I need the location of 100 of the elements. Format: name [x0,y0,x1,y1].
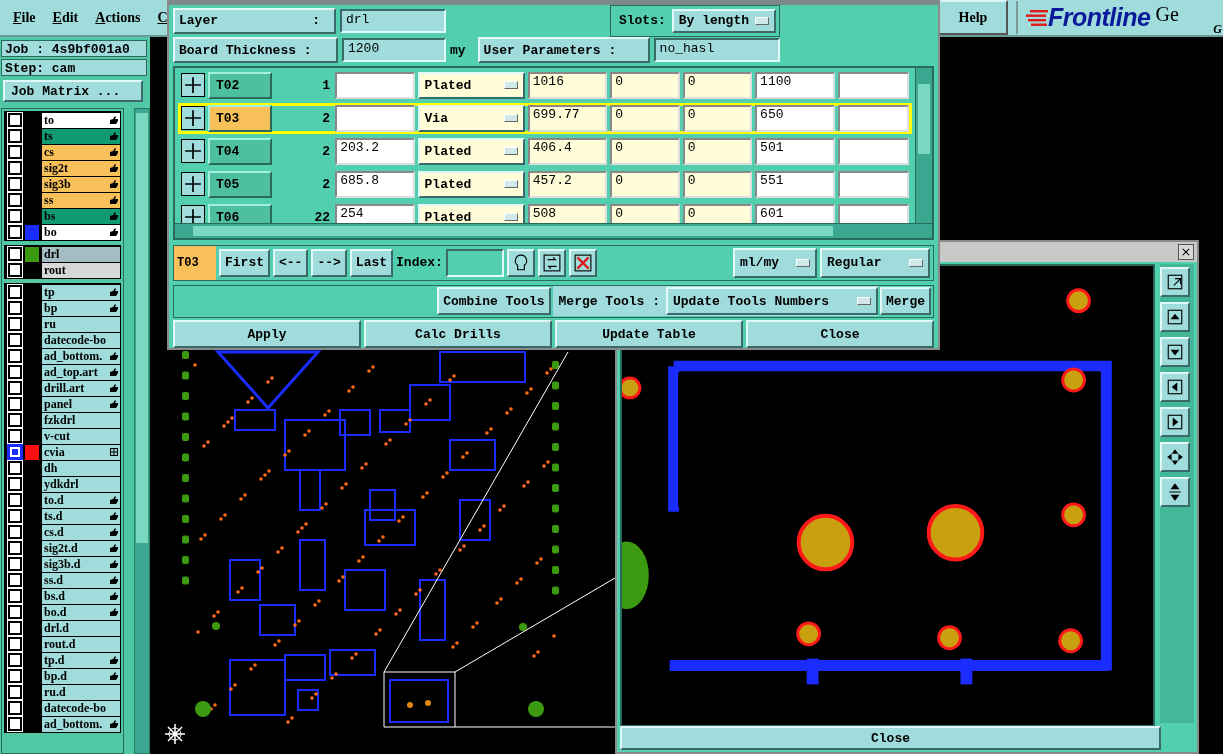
checkbox[interactable] [8,285,22,299]
icon-button[interactable] [506,248,535,277]
toolbar-button[interactable] [1160,337,1190,367]
checkbox[interactable] [8,209,22,223]
checkbox[interactable] [8,557,22,571]
layer-item[interactable]: fzkdrl [42,412,120,428]
layer-item[interactable]: bp [42,300,120,316]
type-dropdown[interactable]: Plated [417,71,525,99]
checkbox[interactable] [8,263,22,277]
checkbox[interactable] [8,461,22,475]
action-button[interactable]: Apply [173,320,361,348]
checkbox[interactable] [8,605,22,619]
checkbox[interactable] [8,685,22,699]
expand-button[interactable] [181,139,205,164]
table-row[interactable]: T06 22 254 Plated 508 0 0 601 [178,201,912,223]
layer-item[interactable]: ts [42,128,120,144]
empty-field[interactable] [837,71,909,99]
drill-field[interactable]: 551 [755,170,835,198]
thickness-field[interactable]: 1200 [342,38,446,63]
value-field[interactable]: 1016 [527,71,608,99]
layer-item[interactable]: datecode-bo [42,332,120,348]
layer-item[interactable]: v-cut [42,428,120,444]
drill-field[interactable]: 650 [755,104,835,132]
layer-item[interactable]: cs [42,144,120,160]
menu-item[interactable]: File [13,9,36,26]
empty-field[interactable] [837,137,909,165]
icon-button[interactable] [537,248,566,277]
layer-item[interactable]: bs [42,208,120,224]
checkbox[interactable] [8,177,22,191]
checkbox[interactable] [8,589,22,603]
layer-item[interactable]: datecode-bo [42,700,120,716]
layer-item[interactable]: to.d [42,492,120,508]
tool-button[interactable]: T06 [208,203,272,223]
tool-button[interactable]: T04 [208,137,272,165]
drill-field[interactable]: 501 [755,137,835,165]
checkbox[interactable] [8,129,22,143]
units-dropdown[interactable]: ml/my [733,247,817,278]
layer-item[interactable]: sig2t [42,160,120,176]
size-field[interactable]: 254 [335,203,415,223]
table-row[interactable]: T05 2 685.8 Plated 457.2 0 0 551 [178,168,912,200]
value-field[interactable]: 0 [682,104,753,132]
empty-field[interactable] [837,203,909,223]
slots-dropdown[interactable]: By length [671,8,776,33]
size-field[interactable]: 203.2 [335,137,415,165]
icon-button[interactable] [568,248,597,277]
layer-item[interactable]: bo [42,224,120,240]
checkbox[interactable] [8,669,22,683]
layer-item[interactable]: ru.d [42,684,120,700]
layer-item[interactable]: sig3b.d [42,556,120,572]
checkbox[interactable] [8,621,22,635]
value-field[interactable]: 0 [682,71,753,99]
scrollbar[interactable] [915,67,932,223]
checkbox[interactable] [8,365,22,379]
checkbox[interactable] [8,349,22,363]
toolbar-button[interactable] [1160,477,1190,507]
value-field[interactable]: 508 [527,203,608,223]
checkbox[interactable] [8,717,22,731]
layer-item[interactable]: drill.art [42,380,120,396]
checkbox[interactable] [8,247,22,261]
layer-item[interactable]: sig2t.d [42,540,120,556]
layer-item[interactable]: ad_bottom. [42,716,120,732]
layer-item[interactable]: bs.d [42,588,120,604]
scrollbar[interactable] [134,108,150,754]
value-field[interactable]: 406.4 [527,137,608,165]
table-row[interactable]: T02 1 Plated 1016 0 0 1100 [178,69,912,101]
menu-item[interactable]: C [157,9,168,26]
size-field[interactable] [335,104,415,132]
layer-item[interactable]: ts.d [42,508,120,524]
menu-item[interactable]: Actions [95,9,141,26]
size-field[interactable] [335,71,415,99]
type-dropdown[interactable]: Plated [417,137,525,165]
checkbox[interactable] [8,573,22,587]
layer-item[interactable]: ad_bottom. [42,348,120,364]
checkbox[interactable] [8,225,22,239]
drill-field[interactable]: 601 [755,203,835,223]
layer-item[interactable]: cvia [42,444,120,460]
layer-item[interactable]: rout [42,262,120,278]
checkbox[interactable] [8,301,22,315]
expand-button[interactable] [181,205,205,223]
nav-button[interactable]: <-- [273,248,309,277]
layer-item[interactable]: bo.d [42,604,120,620]
checkbox[interactable] [8,333,22,347]
action-button[interactable]: Close [746,320,934,348]
job-matrix-button[interactable]: Job Matrix ... [3,80,143,102]
layer-item[interactable]: ss.d [42,572,120,588]
value-field[interactable]: 0 [682,137,753,165]
action-button[interactable]: Update Table [555,320,743,348]
empty-field[interactable] [837,104,909,132]
checkbox[interactable] [8,493,22,507]
toolbar-button[interactable] [1160,407,1190,437]
checkbox[interactable] [8,193,22,207]
nav-button[interactable]: First [219,248,270,277]
toolbar-button[interactable] [1160,372,1190,402]
layer-item[interactable]: to [42,112,120,128]
value-field[interactable]: 457.2 [527,170,608,198]
value-field[interactable]: 0 [682,170,753,198]
expand-button[interactable] [181,172,205,197]
value-field[interactable]: 0 [610,137,680,165]
type-dropdown[interactable]: Via [417,104,525,132]
type-dropdown[interactable]: Plated [417,170,525,198]
